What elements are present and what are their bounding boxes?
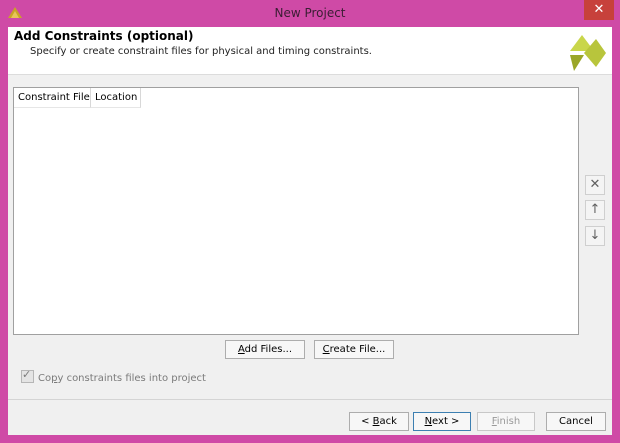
arrow-up-icon: ↑ xyxy=(589,202,601,217)
copy-constraints-label-pre: Co xyxy=(38,373,52,384)
create-file-button[interactable]: Create File... xyxy=(314,340,394,359)
copy-constraints-checkbox[interactable] xyxy=(21,368,34,383)
next-mnemonic: N xyxy=(424,416,433,427)
move-up-button[interactable]: ↑ xyxy=(585,200,605,220)
wizard-header: Add Constraints (optional) Specify or cr… xyxy=(8,27,612,75)
cancel-button[interactable]: Cancel xyxy=(546,412,606,431)
page-subtitle: Specify or create constraint files for p… xyxy=(30,46,372,57)
arrow-down-icon: ↓ xyxy=(589,228,601,243)
page-title: Add Constraints (optional) xyxy=(14,29,194,43)
title-bar: New Project ✕ xyxy=(0,0,620,27)
column-header-constraint-file[interactable]: Constraint File xyxy=(14,88,91,108)
back-label: ack xyxy=(379,416,397,427)
window-title: New Project xyxy=(274,6,346,20)
copy-constraints-option[interactable]: Copy constraints files into project xyxy=(21,368,206,384)
add-files-mnemonic: A xyxy=(237,344,245,355)
footer-divider xyxy=(8,399,612,400)
move-down-button[interactable]: ↓ xyxy=(585,226,605,246)
close-button[interactable]: ✕ xyxy=(584,0,614,20)
remove-button[interactable]: ✕ xyxy=(585,175,605,195)
dialog-body: Add Constraints (optional) Specify or cr… xyxy=(8,27,612,435)
create-file-mnemonic: C xyxy=(322,344,330,355)
next-label: ext > xyxy=(432,416,460,427)
add-files-label: dd Files... xyxy=(244,344,293,355)
create-file-label: reate File... xyxy=(329,344,386,355)
finish-label: inish xyxy=(496,416,521,427)
constraints-table[interactable]: Constraint File Location xyxy=(13,87,579,335)
close-icon: ✕ xyxy=(589,177,601,192)
column-header-location[interactable]: Location xyxy=(91,88,141,108)
add-files-button[interactable]: Add Files... xyxy=(225,340,305,359)
xilinx-logo-icon xyxy=(570,35,606,71)
next-button[interactable]: Next > xyxy=(413,412,471,431)
copy-constraints-label: y constraints files into project xyxy=(57,373,206,384)
finish-button[interactable]: Finish xyxy=(477,412,535,431)
back-button[interactable]: < Back xyxy=(349,412,409,431)
back-label-pre: < xyxy=(361,416,373,427)
back-mnemonic: B xyxy=(372,416,380,427)
